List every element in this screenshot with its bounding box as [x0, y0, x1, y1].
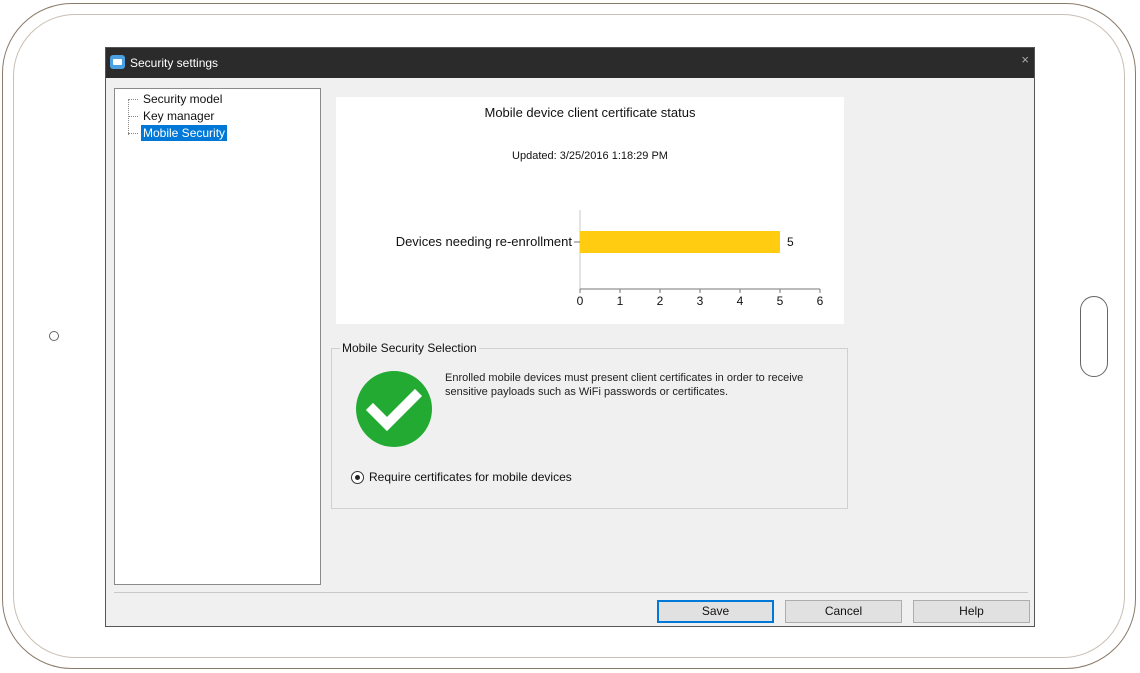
title-bar: Security settings ×	[106, 48, 1034, 78]
check-circle-icon	[356, 371, 432, 447]
security-settings-window: Security settings × Security model Key m…	[105, 47, 1035, 627]
chart-title: Mobile device client certificate status	[484, 105, 696, 120]
tree-branch	[128, 99, 138, 100]
footer-divider	[114, 592, 1028, 593]
help-button[interactable]: Help	[913, 600, 1030, 623]
app-icon	[110, 55, 125, 69]
certificate-status-chart: 0 1 2 3 4 5 6 Devices needing re-enrollment 5 Mo…	[336, 97, 844, 324]
data-label: 5	[787, 235, 794, 249]
chart-canvas: 0 1 2 3 4 5 6 Devices needing re-enrollment 5	[396, 210, 824, 308]
home-button[interactable]	[1080, 296, 1108, 377]
category-label: Devices needing re-enrollment	[396, 234, 573, 249]
tree-item-label: Security model	[143, 92, 223, 106]
close-icon[interactable]: ×	[1021, 52, 1029, 67]
security-description: Enrolled mobile devices must present cli…	[445, 372, 804, 398]
chart-updated-time: Updated: 3/25/2016 1:18:29 PM	[512, 150, 668, 162]
tree-item-label: Key manager	[143, 109, 215, 123]
x-tick-label: 0	[577, 294, 584, 308]
group-label: Mobile Security Selection	[340, 341, 479, 355]
camera-dot	[49, 331, 59, 341]
settings-tree: Security model Key manager Mobile Securi…	[114, 88, 321, 585]
save-button[interactable]: Save	[657, 600, 774, 623]
tree-connector	[128, 99, 129, 135]
x-tick-label: 2	[657, 294, 664, 308]
tree-branch	[128, 116, 138, 117]
require-certificates-radio[interactable]: Require certificates for mobile devices	[351, 469, 572, 485]
x-tick-label: 6	[817, 294, 824, 308]
radio-indicator[interactable]	[351, 470, 364, 484]
tree-item-label: Mobile Security	[141, 125, 228, 141]
bar	[580, 231, 780, 253]
x-tick-label: 4	[737, 294, 744, 308]
window-title: Security settings	[130, 56, 219, 70]
tree-branch	[128, 133, 138, 134]
mobile-security-group: Mobile Security Selection Enrolled mobil…	[331, 341, 848, 509]
x-tick-label: 3	[697, 294, 704, 308]
x-tick-label: 1	[617, 294, 624, 308]
x-tick-label: 5	[777, 294, 784, 308]
radio-label: Require certificates for mobile devices	[369, 470, 572, 484]
cancel-button[interactable]: Cancel	[785, 600, 902, 623]
